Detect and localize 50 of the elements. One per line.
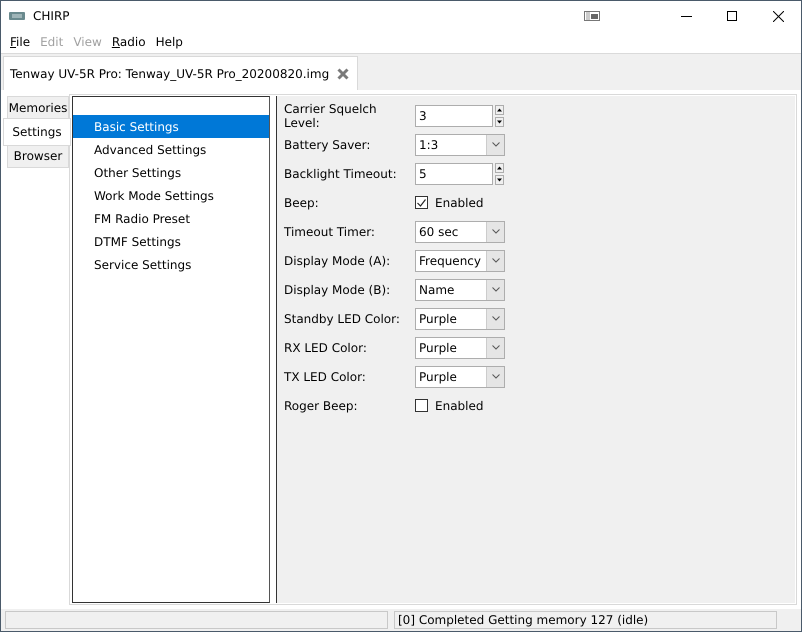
spin-field[interactable]: 3 [415,104,493,126]
side-tab[interactable]: Browser [7,144,69,168]
dropdown[interactable]: Name [415,278,505,300]
dropdown[interactable]: 1:3 [415,134,505,156]
chevron-icon [492,287,500,292]
menu-item[interactable]: File [5,35,36,49]
checkbox[interactable] [415,196,428,209]
chevron-icon [492,345,500,350]
chevron-icon [492,316,500,321]
check-icon [417,198,426,206]
spin-field[interactable]: 5 [415,162,493,184]
setting-label: Battery Saver: [284,138,372,152]
window-icon[interactable] [584,11,600,21]
chevron-icon [492,142,500,147]
setting-label: Standby LED Color: [284,312,401,326]
checkbox-label: Enabled [435,398,484,412]
checkbox-label: Enabled [435,196,484,210]
dropdown[interactable]: Purple [415,366,505,388]
chevron-icon [492,229,500,234]
app-icon [9,12,25,20]
setting-label: TX LED Color: [284,370,367,384]
dropdown[interactable]: 60 sec [415,220,505,242]
spin-down-icon[interactable] [495,116,504,126]
setting-label: Backlight Timeout: [284,166,398,180]
tree-item[interactable]: Basic Settings [73,115,269,138]
spin-up-icon[interactable] [495,162,504,172]
setting-label: Display Mode (B): [284,282,392,296]
setting-label: Display Mode (A): [284,254,392,268]
dropdown[interactable]: Purple [415,308,505,330]
window-title: CHIRP [33,9,71,23]
status-message: [0] Completed Getting memory 127 (idle) [394,611,777,629]
close-icon[interactable] [772,10,784,22]
side-tab[interactable]: Memories [7,96,69,120]
spin-up-icon[interactable] [495,104,504,114]
setting-label: RX LED Color: [284,340,368,354]
setting-label: Beep: [284,196,320,210]
dropdown[interactable]: Frequency [415,250,505,272]
dropdown[interactable]: Purple [415,336,505,358]
setting-label: Roger Beep: [284,398,359,412]
setting-label: Carrier Squelch Level: [284,102,378,130]
spin-down-icon[interactable] [495,174,504,184]
menu-item[interactable]: Help [150,35,188,49]
setting-label: Timeout Timer: [284,224,376,238]
menu-item[interactable]: Radio [106,35,151,49]
document-tab[interactable]: Tenway UV-5R Pro: Tenway_UV-5R Pro_20200820.img [3,56,358,90]
chevron-icon [492,258,500,263]
maximize-icon[interactable] [727,11,737,21]
checkbox[interactable] [415,399,428,412]
chevron-icon [492,374,500,379]
side-tab[interactable]: Settings [3,118,71,146]
